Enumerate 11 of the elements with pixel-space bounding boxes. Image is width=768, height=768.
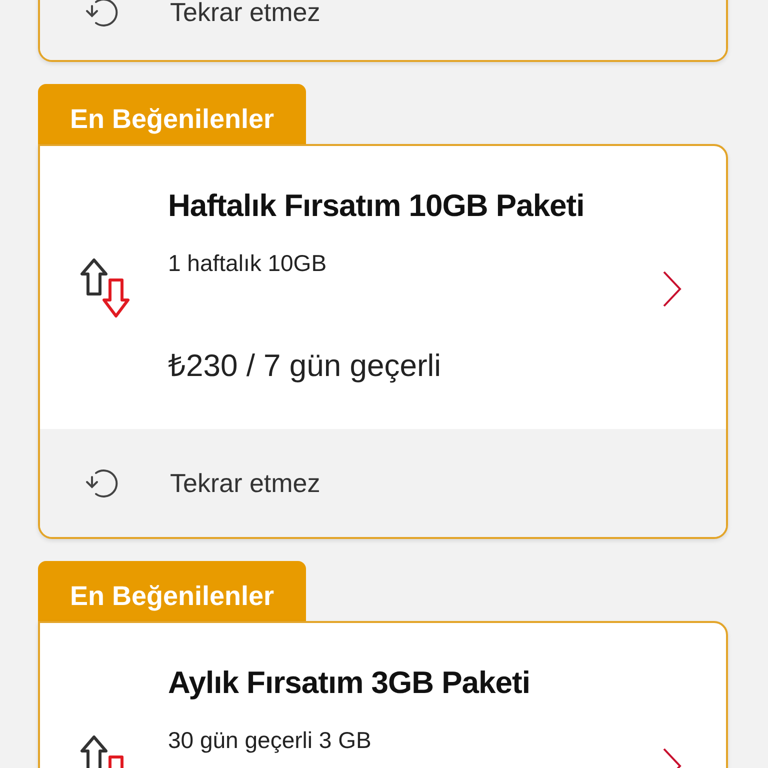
package-price: ₺230 / 7 gün geçerli [168, 347, 442, 385]
package-card[interactable]: Haftalık Fırsatım 10GB Paketi 1 haftalık 10GB ₺230 / 7 gün geçerli Tekrar etmez [38, 144, 728, 539]
repeat-label: Tekrar etmez [170, 468, 320, 498]
package-description: 1 haftalık 10GB [168, 250, 328, 277]
chevron-right-icon[interactable] [662, 270, 682, 308]
repeat-label: Tekrar etmez [170, 0, 320, 28]
package-card[interactable]: Aylık Fırsatım 3GB Paketi 30 gün geçerli 3 GB [38, 621, 728, 768]
package-card[interactable]: Tekrar etmez [38, 0, 728, 62]
package-title: Haftalık Fırsatım 10GB Paketi [168, 188, 586, 224]
package-title: Aylık Fırsatım 3GB Paketi [168, 665, 531, 701]
package-description: 30 gün geçerli 3 GB [168, 727, 372, 754]
